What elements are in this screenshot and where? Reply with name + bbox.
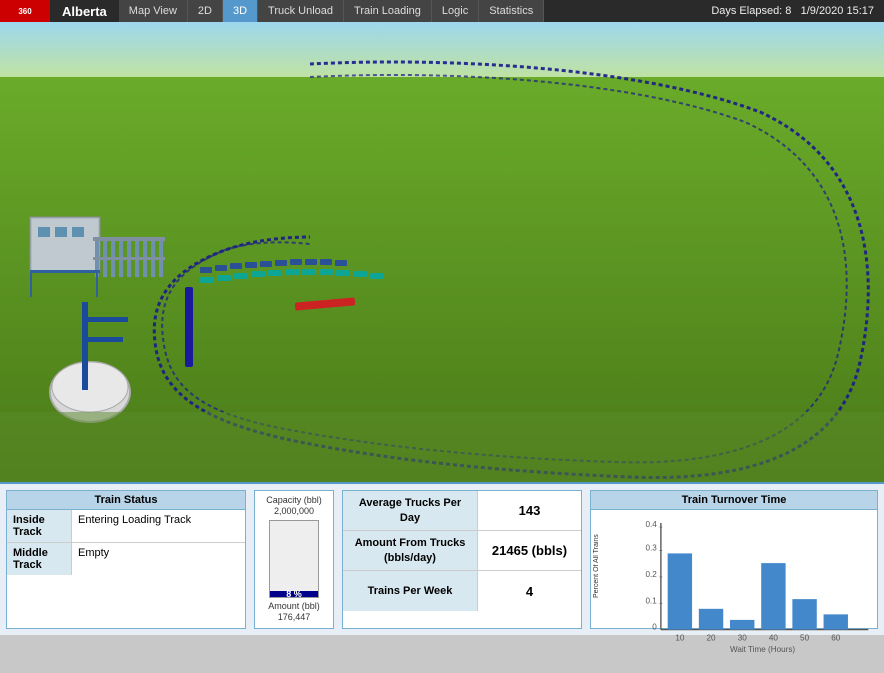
location-label: Alberta — [50, 4, 119, 19]
capacity-bar-container: 8 % — [269, 520, 319, 598]
capacity-bar-fill: 8 % — [270, 591, 318, 597]
y-axis-label: Percent Of All Trains — [592, 518, 602, 598]
stat-value-trucks-per-day: 143 — [478, 491, 581, 530]
tab-logic[interactable]: Logic — [432, 0, 479, 22]
ts-middle-label: Middle Track — [7, 543, 72, 575]
stat-row-trucks-per-day: Average Trucks Per Day 143 — [343, 491, 581, 531]
svg-text:0.2: 0.2 — [646, 570, 658, 579]
stat-value-amount-trucks: 21465 (bbls) — [478, 531, 581, 570]
logo: 360 — [0, 0, 50, 22]
bottom-panel: Train Status Inside Track Entering Loadi… — [0, 482, 884, 635]
tab-map-view[interactable]: Map View — [119, 0, 188, 22]
capacity-amount-label: Amount (bbl) 176,447 — [268, 601, 320, 624]
train-status-panel: Train Status Inside Track Entering Loadi… — [6, 490, 246, 629]
3d-viewport — [0, 22, 884, 482]
capacity-title: Capacity (bbl) 2,000,000 — [266, 495, 322, 517]
train-status-header: Train Status — [7, 491, 245, 510]
ts-inside-label: Inside Track — [7, 510, 72, 542]
turnover-title: Train Turnover Time — [591, 491, 877, 510]
stat-row-amount-trucks: Amount From Trucks (bbls/day) 21465 (bbl… — [343, 531, 581, 571]
tab-3d[interactable]: 3D — [223, 0, 258, 22]
turnover-panel: Train Turnover Time Percent Of All Train… — [590, 490, 878, 629]
chart-svg: 0 0.1 0.2 0.3 0.4 10 20 30 — [627, 516, 871, 655]
capacity-panel: Capacity (bbl) 2,000,000 8 % Amount (bbl… — [254, 490, 334, 629]
svg-text:0: 0 — [652, 623, 657, 632]
ts-inside-value: Entering Loading Track — [72, 510, 245, 542]
stat-value-trains-per-week: 4 — [478, 571, 581, 611]
train-status-row-middle: Middle Track Empty — [7, 543, 245, 575]
svg-text:Wait Time (Hours): Wait Time (Hours) — [730, 645, 795, 654]
chart-area: Percent Of All Trains 0 0.1 0.2 0.3 0.4 — [591, 510, 877, 673]
ts-middle-value: Empty — [72, 543, 245, 575]
tab-statistics[interactable]: Statistics — [479, 0, 544, 22]
stats-panel: Average Trucks Per Day 143 Amount From T… — [342, 490, 582, 629]
stat-label-trucks-per-day: Average Trucks Per Day — [343, 491, 478, 530]
tab-train-loading[interactable]: Train Loading — [344, 0, 432, 22]
svg-text:0.4: 0.4 — [646, 520, 658, 529]
stat-label-amount-trucks: Amount From Trucks (bbls/day) — [343, 531, 478, 570]
days-elapsed: Days Elapsed: 8 1/9/2020 15:17 — [701, 5, 884, 17]
top-nav: 360 Alberta Map View 2D 3D Truck Unload … — [0, 0, 884, 22]
svg-text:0.3: 0.3 — [646, 544, 658, 553]
stat-row-trains-per-week: Trains Per Week 4 — [343, 571, 581, 611]
svg-text:0.1: 0.1 — [646, 596, 658, 605]
tab-truck-unload[interactable]: Truck Unload — [258, 0, 344, 22]
tracks-svg — [0, 22, 884, 482]
logo-text: 360 — [18, 7, 31, 16]
tab-2d[interactable]: 2D — [188, 0, 223, 22]
stat-label-trains-per-week: Trains Per Week — [343, 571, 478, 611]
train-status-row-inside: Inside Track Entering Loading Track — [7, 510, 245, 543]
